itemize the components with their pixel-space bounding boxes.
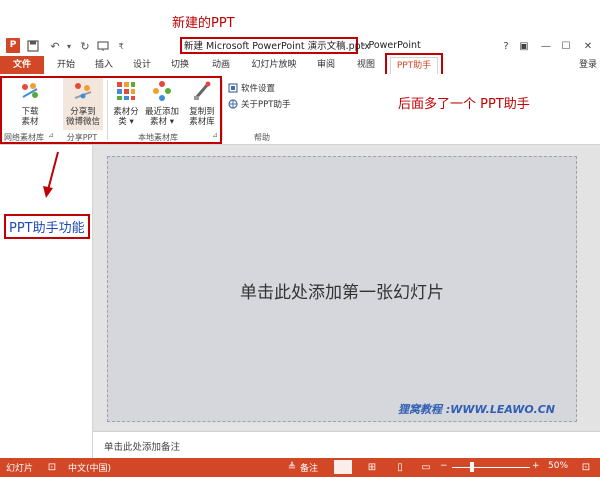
group-label-online-library: 网络素材库 [4,133,44,142]
share-weibo-wechat-button[interactable]: 分享到 微博微信 [63,80,103,127]
share-icon [74,83,92,99]
slideshow-icon[interactable]: ▭ [420,461,432,473]
material-category-button[interactable]: 素材分 类 ▾ [110,80,142,127]
login-link[interactable]: 登录 [576,57,600,73]
reading-view-icon[interactable]: ▯ [394,461,406,473]
powerpoint-logo-icon: P [6,38,20,53]
download-materials-button[interactable]: 下载 素材 [8,80,52,127]
group-label-share: 分享PPT [66,133,98,142]
zoom-slider-track[interactable] [452,467,530,468]
tab-transitions[interactable]: 切换 [164,57,196,73]
group-separator [222,80,223,140]
slideshow-start-icon[interactable] [96,39,110,53]
status-notes-button[interactable]: 备注 [300,461,318,474]
close-icon[interactable]: ✕ [580,38,596,54]
annotation-new-ppt: 新建的PPT [172,16,235,31]
download-label-1: 下载 [21,107,39,117]
category-label-1: 素材分 [113,107,139,117]
settings-icon [228,83,238,93]
undo-icon[interactable]: ↶ [48,39,62,53]
notes-icon[interactable]: ≜ [286,461,298,473]
tab-home[interactable]: 开始 [50,57,82,73]
globe-icon [228,99,238,109]
watermark: 狸窝教程 :WWW.LEAWO.CN [398,403,555,416]
zoom-slider-thumb[interactable] [470,462,474,472]
tab-animations[interactable]: 动画 [204,57,238,73]
software-settings-button[interactable]: 软件设置 [228,82,275,94]
ribbon-display-options-icon[interactable]: ▣ [516,38,532,54]
annotation-features: PPT助手功能 [4,214,90,239]
status-slide-label: 幻灯片 [6,464,34,474]
fit-to-window-icon[interactable]: ⊡ [580,461,592,473]
share-label-1: 分享到 [70,107,96,117]
tab-slideshow[interactable]: 幻灯片放映 [246,57,302,73]
tab-file[interactable]: 文件 [0,56,44,74]
redo-icon[interactable]: ↻ [78,39,92,53]
notes-placeholder[interactable]: 单击此处添加备注 [104,439,180,453]
tab-review[interactable]: 审阅 [310,57,342,73]
dialog-launcher-icon[interactable]: ⊿ [212,131,218,139]
zoom-in-button[interactable]: + [532,461,540,471]
software-settings-label: 软件设置 [241,84,276,94]
group-label-local-library: 本地素材库 [138,133,178,142]
group-label-help: 帮助 [254,133,270,142]
tab-view[interactable]: 视图 [350,57,382,73]
group-separator [107,80,108,140]
slide-placeholder-text[interactable]: 单击此处添加第一张幻灯片 [107,278,577,303]
tab-insert[interactable]: 插入 [88,57,120,73]
minimize-icon[interactable]: — [538,38,554,54]
dialog-launcher-icon[interactable]: ⊿ [48,131,54,139]
zoom-level[interactable]: 50% [548,461,568,471]
recent-label-2: 素材 ▾ [150,117,174,127]
recent-materials-icon [153,81,171,101]
recent-materials-button[interactable]: 最近添加 素材 ▾ [142,80,182,127]
status-language[interactable]: 中文(中国) [68,461,111,474]
document-title: 新建 Microsoft PowerPoint 演示文稿.pptx [180,37,370,54]
annotation-arrow-icon [43,151,59,198]
help-icon[interactable]: ? [498,38,514,54]
tab-ppt-helper[interactable]: PPT助手 [390,57,438,75]
recent-label-1: 最近添加 [144,107,179,117]
annotation-extra-tab: 后面多了一个 PPT助手 [398,97,530,112]
slide-sorter-icon[interactable]: ⊞ [366,461,378,473]
spell-check-icon[interactable]: ⊡ [46,461,58,473]
copy-label-1: 复制到 [189,107,215,117]
copy-to-library-button[interactable]: 复制到 素材库 [184,80,220,127]
category-label-2: 类 ▾ [118,117,134,127]
copy-to-library-icon [194,81,211,100]
app-title-suffix: - PowerPoint [362,40,421,51]
tab-design[interactable]: 设计 [126,57,158,73]
about-label: 关于PPT助手 [241,100,291,110]
maximize-icon[interactable]: ☐ [558,38,574,54]
category-grid-icon [117,82,135,100]
download-label-2: 素材 [21,117,39,127]
copy-label-2: 素材库 [189,117,215,127]
zoom-out-button[interactable]: − [440,461,448,471]
normal-view-icon[interactable] [334,460,352,474]
customize-qat-icon[interactable]: ₹ [114,39,128,53]
download-materials-icon [22,83,38,98]
undo-dropdown-icon[interactable]: ▾ [62,39,76,53]
about-ppt-helper-button[interactable]: 关于PPT助手 [228,98,290,110]
save-icon[interactable] [26,39,40,53]
share-label-2: 微博微信 [65,117,100,127]
